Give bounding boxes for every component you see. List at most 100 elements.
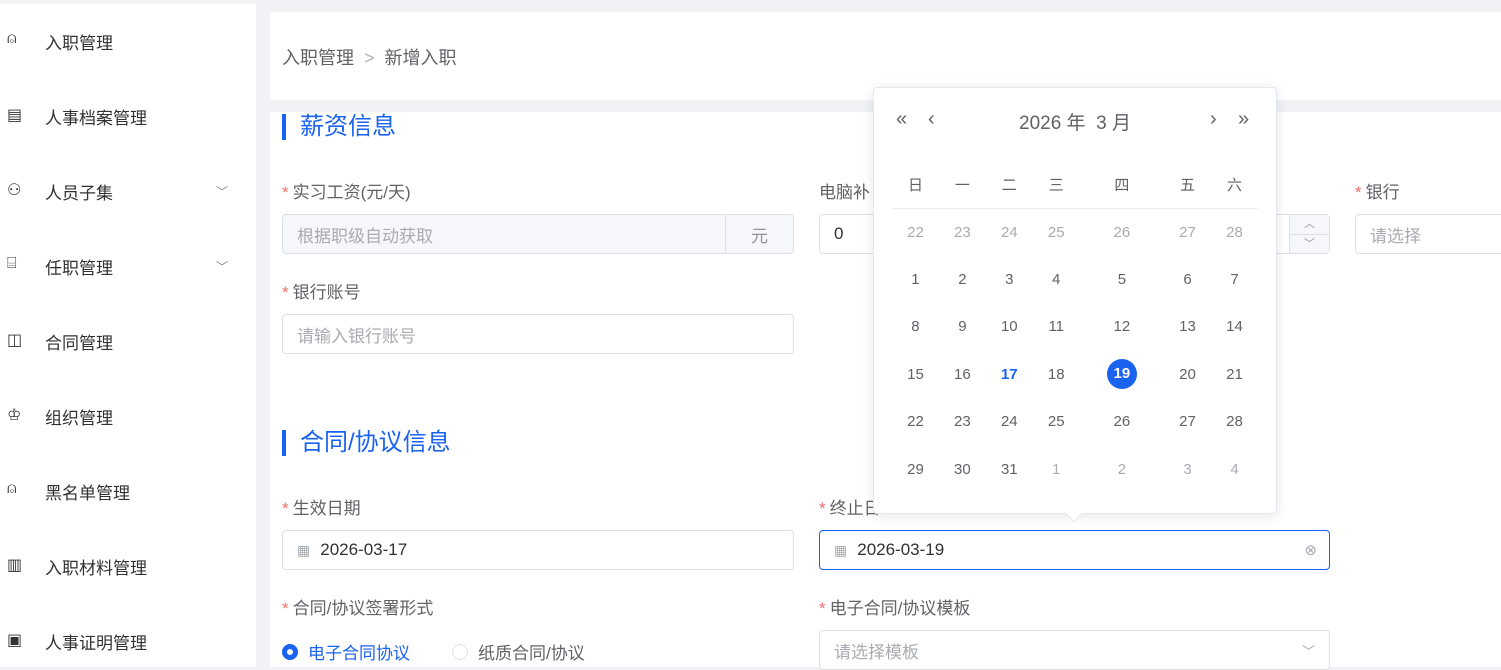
radio-paper[interactable]: 纸质合同/协议 [452,639,585,664]
calendar-day[interactable]: 22 [892,398,939,446]
template-label: * 电子合同/协议模板 [819,599,971,618]
calendar-day[interactable]: 1 [1033,446,1080,494]
account-label: * 银行账号 [282,283,361,302]
briefcase-icon: ⌸ [7,255,17,272]
calendar-day[interactable]: 1 [892,256,939,304]
calendar-day[interactable]: 8 [892,303,939,351]
end-date-input[interactable]: ▦ 2026-03-19 ⊗ [819,530,1330,570]
calendar-day[interactable]: 26 [1080,398,1164,446]
calendar-day[interactable]: 5 [1080,256,1164,304]
users-icon: ⚇ [7,182,22,199]
calendar-day[interactable]: 3 [986,256,1033,304]
next-year-icon[interactable]: » [1238,108,1249,131]
calendar-day[interactable]: 3 [1164,446,1211,494]
weekday-header: 日 [892,166,939,209]
certificate-icon: ▣ [7,632,23,649]
wage-unit: 元 [725,215,793,253]
calendar-day[interactable]: 22 [892,208,939,256]
end-date-label: * 终止日 [819,499,881,518]
sidebar-item-label: 入职管理 [45,33,113,53]
calendar-day[interactable]: 15 [892,351,939,399]
sidebar-item-4[interactable]: ◫ 合同管理 [0,321,256,361]
section-title-contract: 合同/协议信息 [282,430,451,456]
sign-form-label: * 合同/协议签署形式 [282,599,434,618]
sidebar-item-2[interactable]: ⚇ 人员子集 ﹀ [0,171,256,211]
sidebar-item-6[interactable]: ⍝ 黑名单管理 [0,471,256,511]
sidebar-item-3[interactable]: ⌸ 任职管理 ﹀ [0,246,256,286]
chevron-down-icon: ﹀ [216,259,229,274]
sidebar-item-1[interactable]: ▤ 人事档案管理 [0,96,256,136]
computer-label: 电脑补 [819,183,870,202]
calendar-day[interactable]: 7 [1211,256,1258,304]
sidebar-item-8[interactable]: ▣ 人事证明管理 [0,621,256,661]
sidebar: ⍝ 入职管理 ▤ 人事档案管理 ⚇ 人员子集 ﹀ ⌸ 任职管理 ﹀ ◫ 合同管理 ♔ 组织管理 ⍝ 黑名单管理… [0,0,256,667]
calendar-day[interactable]: 14 [1211,303,1258,351]
user-block-icon: ⍝ [7,480,17,497]
calendar-icon: ▦ [297,541,311,558]
calendar-day[interactable]: 9 [939,303,986,351]
weekday-header: 三 [1032,166,1080,209]
calendar-day[interactable]: 6 [1164,256,1211,304]
breadcrumb: 入职管理 > 新增入职 [282,44,457,70]
calendar-day[interactable]: 19 [1080,351,1164,399]
calendar-day[interactable]: 2 [939,256,986,304]
sidebar-item-label: 组织管理 [45,408,113,428]
calendar-day[interactable]: 24 [986,398,1033,446]
calendar-day[interactable]: 20 [1164,351,1211,399]
calendar-day[interactable]: 17 [986,351,1033,399]
chevron-down-icon: ﹀ [1301,643,1315,659]
bank-select[interactable]: 请选择 [1355,214,1501,254]
calendar-day[interactable]: 23 [939,208,986,256]
calendar-day[interactable]: 2 [1080,446,1164,494]
radio-electronic[interactable]: 电子合同协议 [282,639,410,664]
account-input[interactable]: 请输入银行账号 [282,314,794,354]
contract-icon: ◫ [7,332,23,349]
calendar-day[interactable]: 18 [1033,351,1080,399]
date-picker-popup: « ‹ 2026 年 3 月 › » 日一二三四五六 22 23 24 25 26 27 28… [873,87,1277,523]
calendar-day[interactable]: 30 [939,446,986,494]
calendar-day[interactable]: 26 [1080,208,1164,256]
next-month-icon[interactable]: › [1210,108,1217,131]
calendar-grid: 日一二三四五六 22 23 24 25 26 27 28 1 2 3 4 5 6 7 8 9 10 11 12 13 14… [892,166,1258,493]
decrement-icon: ﹀ [1304,237,1315,250]
sidebar-item-label: 黑名单管理 [45,483,130,503]
clear-icon[interactable]: ⊗ [1304,541,1317,559]
sidebar-item-0[interactable]: ⍝ 入职管理 [0,21,256,61]
calendar-day[interactable]: 23 [939,398,986,446]
calendar-day[interactable]: 25 [1033,208,1080,256]
calendar-day[interactable]: 25 [1033,398,1080,446]
sidebar-item-7[interactable]: ▥ 入职材料管理 [0,546,256,586]
wage-label: * 实习工资(元/天) [282,183,411,202]
sidebar-item-label: 任职管理 [45,258,113,278]
calendar-day[interactable]: 21 [1211,351,1258,399]
sidebar-item-label: 人事证明管理 [45,633,147,653]
calendar-day[interactable]: 11 [1033,303,1080,351]
weekday-header: 四 [1079,166,1165,209]
calendar-day[interactable]: 13 [1164,303,1211,351]
weekday-header: 六 [1210,166,1258,209]
calendar-day[interactable]: 29 [892,446,939,494]
calendar-day[interactable]: 27 [1164,208,1211,256]
template-select[interactable]: 请选择模板 ﹀ [819,630,1330,670]
increment-icon: ︿ [1290,215,1329,235]
start-date-input[interactable]: ▦ 2026-03-17 [282,530,794,570]
calendar-day[interactable]: 28 [1211,208,1258,256]
user-add-icon: ⍝ [7,30,17,47]
calendar-day[interactable]: 10 [986,303,1033,351]
calendar-day[interactable]: 4 [1033,256,1080,304]
wage-input: 根据职级自动获取 元 [282,214,794,254]
breadcrumb-parent[interactable]: 入职管理 [282,48,354,68]
calendar-day[interactable]: 4 [1211,446,1258,494]
calendar-day[interactable]: 27 [1164,398,1211,446]
calendar-day[interactable]: 31 [986,446,1033,494]
calendar-day[interactable]: 12 [1080,303,1164,351]
calendar-day[interactable]: 28 [1211,398,1258,446]
sidebar-item-label: 入职材料管理 [45,558,147,578]
chevron-right-icon: > [364,48,375,68]
sidebar-item-label: 人员子集 [45,183,113,203]
calendar-day[interactable]: 24 [986,208,1033,256]
sidebar-item-5[interactable]: ♔ 组织管理 [0,396,256,436]
org-chart-icon: ♔ [7,407,22,424]
number-stepper[interactable]: ︿ ﹀ [1289,215,1329,253]
calendar-day[interactable]: 16 [939,351,986,399]
